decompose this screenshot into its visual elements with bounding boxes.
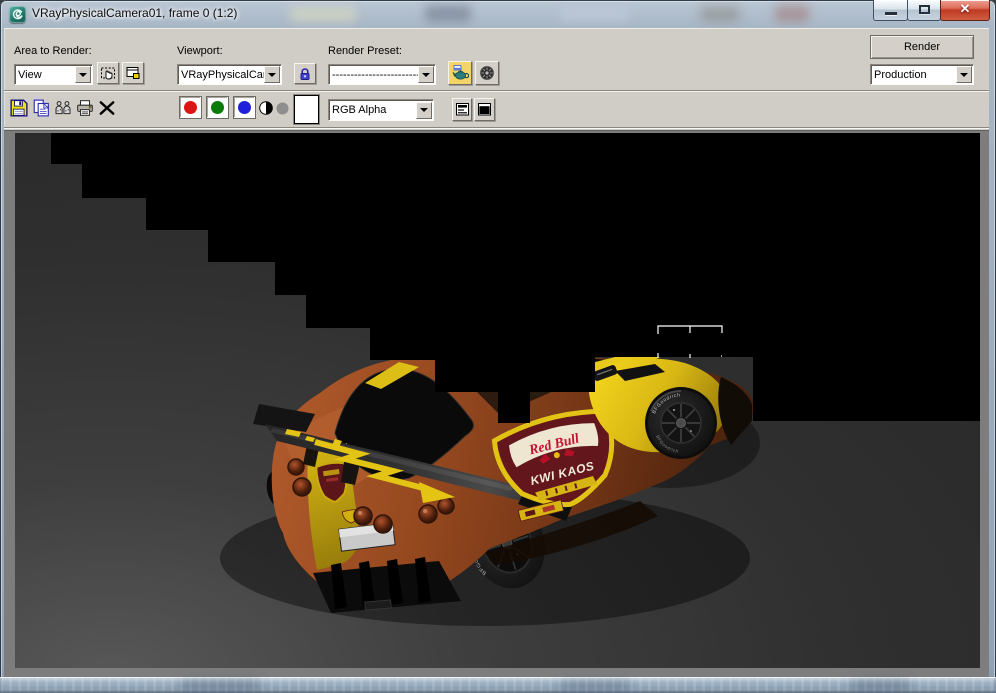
- area-to-render-value: View: [18, 68, 42, 81]
- chevron-down-icon: [268, 72, 276, 77]
- viewport-select[interactable]: VRayPhysicalCam: [177, 64, 282, 85]
- auto-region-icon: [126, 67, 140, 79]
- render-preset-label: Render Preset:: [328, 45, 402, 57]
- display-mode-value: RGB Alpha: [332, 104, 387, 116]
- glass-reflection: [560, 681, 630, 690]
- render-mode-value: Production: [874, 68, 927, 81]
- render-setup-teapot-icon: [452, 65, 469, 80]
- alpha-toggle[interactable]: [276, 102, 289, 120]
- render-preset-value: -------------------------: [332, 68, 418, 81]
- edit-region-button[interactable]: [97, 62, 119, 84]
- save-image-button[interactable]: [10, 99, 28, 122]
- green-channel-icon: [211, 101, 224, 114]
- front-wheel: BFGoodrich BFGoodrich: [648, 389, 714, 456]
- clone-icon: [55, 101, 71, 115]
- glass-reflection: [560, 8, 630, 21]
- client-area: Area to Render: View Viewport: VRayPhysi…: [4, 28, 989, 677]
- channel-green-button[interactable]: [206, 96, 229, 119]
- print-icon: [77, 100, 93, 116]
- glass-reflection: [180, 681, 260, 690]
- area-to-render-select[interactable]: View: [14, 64, 93, 85]
- channel-red-button[interactable]: [179, 96, 202, 119]
- display-mode-select[interactable]: RGB Alpha: [328, 99, 434, 121]
- viewport-value: VRayPhysicalCam: [181, 68, 264, 81]
- render-button-label: Render: [903, 41, 941, 53]
- toggle-ui-button[interactable]: [474, 98, 495, 121]
- 3ds-max-logo-icon: [12, 9, 23, 20]
- combo-arrow-button[interactable]: [264, 66, 280, 83]
- copy-image-button[interactable]: [32, 99, 50, 122]
- window-bottom-frame: [0, 677, 996, 693]
- maximize-icon: [919, 5, 930, 14]
- glass-reflection: [425, 5, 471, 22]
- maximize-button[interactable]: [907, 0, 941, 21]
- render-setup-button[interactable]: [448, 61, 472, 85]
- monochrome-icon: [259, 101, 273, 115]
- save-icon: [10, 99, 28, 117]
- area-to-render-label: Area to Render:: [14, 45, 92, 57]
- clear-image-button[interactable]: [98, 99, 116, 122]
- rendered-frame[interactable]: BFGoodrich Red Bull KWI KAOS BFGoodrich …: [15, 133, 980, 668]
- close-icon: ✕: [959, 1, 971, 16]
- chevron-down-icon: [960, 72, 968, 77]
- background-color-swatch[interactable]: [294, 95, 319, 124]
- alpha-icon: [276, 102, 289, 115]
- viewport-label: Viewport:: [177, 45, 223, 57]
- ui-overlays-icon: [455, 103, 469, 116]
- render-output: BFGoodrich Red Bull KWI KAOS BFGoodrich …: [15, 133, 980, 668]
- glass-reflection: [850, 681, 910, 690]
- toolbar-separator: [4, 90, 989, 92]
- unrendered-bucket: [498, 388, 530, 423]
- clear-x-icon: [99, 101, 115, 115]
- print-image-button[interactable]: [76, 99, 94, 122]
- app-icon: [9, 6, 26, 23]
- render-frame-window: VRayPhysicalCamera01, frame 0 (1:2) ✕ Ar…: [0, 0, 996, 693]
- render-preset-select[interactable]: -------------------------: [328, 64, 436, 85]
- blue-channel-icon: [238, 101, 251, 114]
- viewport-lock-button[interactable]: [294, 63, 316, 84]
- clone-rendered-frame-button[interactable]: [54, 99, 72, 122]
- toolbar-separator: [4, 127, 989, 129]
- monochrome-toggle[interactable]: [258, 100, 274, 121]
- toggle-ui-overlays-button[interactable]: [452, 98, 472, 121]
- glass-reflection: [700, 6, 740, 22]
- channel-blue-button[interactable]: [233, 96, 256, 119]
- environment-dialog-button[interactable]: [475, 61, 499, 85]
- combo-arrow-button[interactable]: [416, 101, 432, 119]
- red-channel-icon: [184, 101, 197, 114]
- glass-reflection: [290, 7, 356, 22]
- combo-arrow-button[interactable]: [75, 66, 91, 83]
- combo-arrow-button[interactable]: [956, 66, 972, 83]
- auto-region-button[interactable]: [122, 62, 144, 84]
- environment-icon: [480, 66, 494, 80]
- chevron-down-icon: [79, 72, 87, 77]
- titlebar[interactable]: VRayPhysicalCamera01, frame 0 (1:2) ✕: [0, 0, 996, 28]
- combo-arrow-button[interactable]: [418, 66, 434, 83]
- ui-icon: [478, 103, 491, 116]
- lock-icon: [300, 67, 310, 80]
- chevron-down-icon: [422, 72, 430, 77]
- render-button[interactable]: Render: [870, 35, 974, 59]
- render-panel: BFGoodrich Red Bull KWI KAOS BFGoodrich …: [4, 130, 989, 677]
- chevron-down-icon: [420, 108, 428, 112]
- glass-reflection: [775, 5, 809, 22]
- close-button[interactable]: ✕: [940, 0, 990, 21]
- edit-region-icon: [101, 67, 115, 80]
- minimize-button[interactable]: [873, 0, 908, 21]
- minimize-icon: [885, 12, 897, 15]
- window-title: VRayPhysicalCamera01, frame 0 (1:2): [32, 6, 238, 20]
- render-mode-select[interactable]: Production: [870, 64, 974, 85]
- copy-icon: [33, 99, 50, 117]
